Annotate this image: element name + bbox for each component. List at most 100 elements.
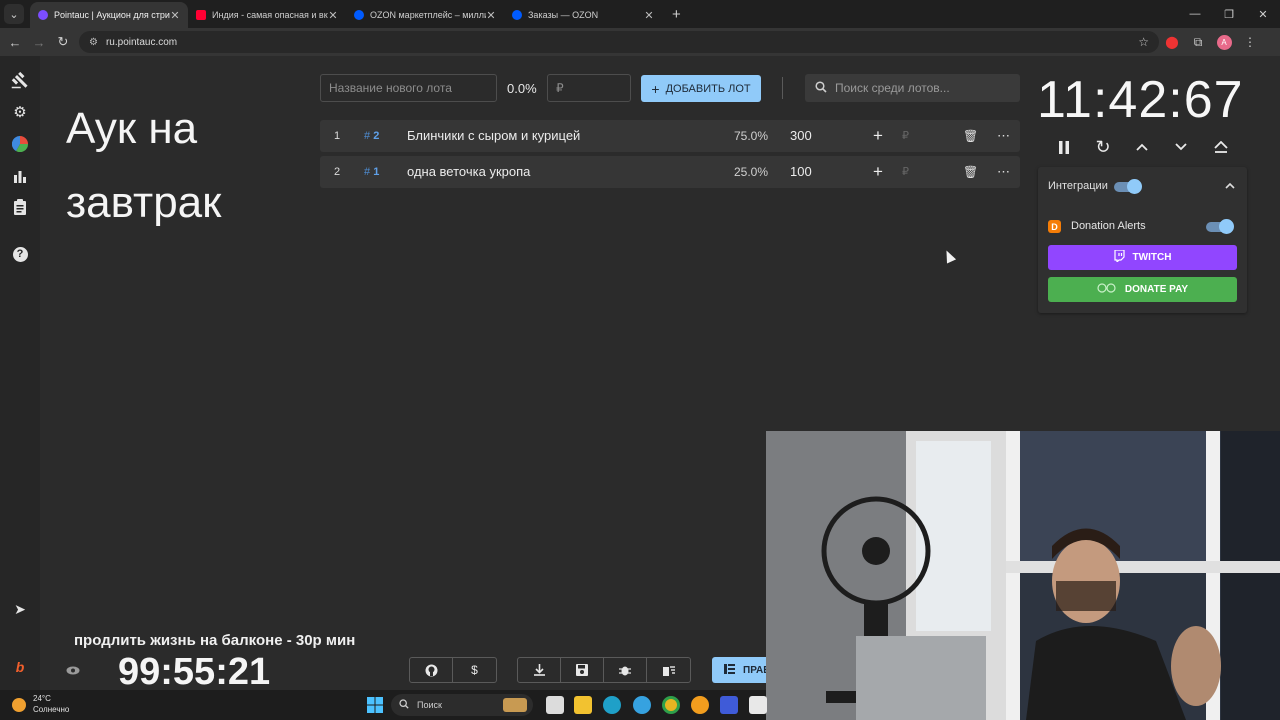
- lot-percent: 75.0%: [734, 129, 769, 143]
- new-tab-icon[interactable]: +: [672, 6, 681, 23]
- lot-amount[interactable]: 300: [790, 120, 812, 152]
- tab-title: Pointauc | Аукцион для стрим: [54, 10, 170, 20]
- mouse-cursor: [941, 248, 957, 264]
- bookmark-star-icon[interactable]: ☆: [1138, 35, 1149, 49]
- extensions-puzzle-icon[interactable]: ⧉: [1185, 35, 1211, 50]
- minimize-icon[interactable]: —: [1178, 8, 1212, 20]
- reload-icon[interactable]: ↻: [51, 34, 75, 50]
- lot-search[interactable]: [805, 74, 1020, 102]
- collapse-chevron-icon[interactable]: [1225, 180, 1235, 192]
- lot-name[interactable]: Блинчики с сыром и курицей: [407, 120, 580, 152]
- auction-timer: 11:42:67: [1037, 71, 1244, 129]
- close-tab-icon[interactable]: ✕: [170, 9, 180, 22]
- back-icon[interactable]: ←: [3, 35, 27, 50]
- decrease-icon[interactable]: [1170, 136, 1192, 158]
- webcam-overlay: [766, 431, 1280, 720]
- links-button-group: $: [409, 657, 497, 683]
- new-lot-name-input[interactable]: [320, 74, 497, 102]
- pause-icon[interactable]: [1053, 136, 1075, 158]
- close-tab-icon[interactable]: ✕: [328, 9, 338, 22]
- actions-button-group: [517, 657, 691, 683]
- add-amount-icon[interactable]: +: [873, 156, 883, 188]
- weather-widget[interactable]: 24°C Солнечно: [33, 693, 69, 715]
- address-bar-row: ← → ↻ ⚙ ru.pointauc.com ☆ ⬤ ⧉ A ⋮: [0, 28, 1280, 56]
- pie-chart-icon[interactable]: [9, 133, 31, 155]
- integrations-panel: Интеграции D Donation Alerts TWITCH DONA…: [1038, 167, 1247, 313]
- delete-lot-icon[interactable]: 🗑: [963, 120, 978, 152]
- lot-search-input[interactable]: [835, 81, 1005, 95]
- close-tab-icon[interactable]: ✕: [486, 9, 496, 22]
- extension-icon[interactable]: ⬤: [1159, 35, 1185, 49]
- rules-label: ПРАВ: [743, 664, 768, 676]
- toolbar-divider: [782, 77, 783, 99]
- delete-lot-icon[interactable]: 🗑: [963, 156, 978, 188]
- increase-icon[interactable]: [1131, 136, 1153, 158]
- double-up-icon[interactable]: [1210, 136, 1232, 158]
- browser-menu-icon[interactable]: ⋮: [1237, 35, 1263, 49]
- task-view-icon[interactable]: [546, 696, 564, 714]
- lot-amount[interactable]: 100: [790, 156, 812, 188]
- tab-pointauc[interactable]: Pointauc | Аукцион для стрим ✕: [30, 2, 188, 28]
- twitch-label: TWITCH: [1132, 252, 1172, 263]
- tab-title: OZON маркетплейс – миллион: [370, 10, 486, 20]
- more-options-icon[interactable]: ⋯: [997, 120, 1010, 152]
- weather-sun-icon[interactable]: [12, 698, 26, 712]
- tab-ozon-orders[interactable]: Заказы — OZON ✕: [504, 2, 662, 28]
- close-window-icon[interactable]: ✕: [1246, 8, 1280, 21]
- telegram-icon[interactable]: ➤: [9, 598, 31, 620]
- search-icon: [399, 699, 409, 711]
- temperature: 24°C: [33, 694, 51, 703]
- help-icon[interactable]: ?: [9, 243, 31, 265]
- integrations-toggle[interactable]: [1114, 179, 1142, 194]
- integrations-title: Интеграции: [1048, 180, 1108, 192]
- twitch-button[interactable]: TWITCH: [1048, 245, 1237, 270]
- currency-input[interactable]: ₽: [902, 156, 909, 188]
- restore-icon[interactable]: ❐: [1212, 8, 1246, 21]
- telegram-app-icon[interactable]: [633, 696, 651, 714]
- tab-search-chevron-icon[interactable]: ⌄: [4, 4, 24, 24]
- visibility-eye-icon[interactable]: [66, 664, 80, 678]
- new-lot-amount-input[interactable]: [547, 74, 631, 102]
- tab-title: Заказы — OZON: [528, 10, 599, 20]
- forward-icon[interactable]: →: [27, 35, 51, 50]
- close-tab-icon[interactable]: ✕: [644, 9, 654, 22]
- currency-input[interactable]: ₽: [902, 120, 909, 152]
- clear-all-icon[interactable]: [647, 658, 690, 682]
- reset-icon[interactable]: ↻: [1092, 136, 1114, 158]
- tab-ozon[interactable]: OZON маркетплейс – миллион ✕: [346, 2, 504, 28]
- app-icon[interactable]: [749, 696, 767, 714]
- chrome-icon[interactable]: [662, 696, 680, 714]
- bug-report-icon[interactable]: [604, 658, 647, 682]
- edge-icon[interactable]: [603, 696, 621, 714]
- download-icon[interactable]: [518, 658, 561, 682]
- profile-avatar[interactable]: A: [1211, 34, 1237, 50]
- add-amount-icon[interactable]: +: [873, 120, 883, 152]
- windows-start-icon[interactable]: [366, 696, 384, 714]
- donate-dollar-icon[interactable]: $: [453, 658, 496, 682]
- taskbar-search[interactable]: Поиск: [391, 694, 533, 716]
- donatepay-button[interactable]: DONATE PAY: [1048, 277, 1237, 302]
- tab-youtube[interactable]: Индия - самая опасная и вкус ✕: [188, 2, 346, 28]
- lot-name[interactable]: одна веточка укропа: [407, 156, 530, 188]
- browser-app-icon[interactable]: [691, 696, 709, 714]
- lot-id: # 2: [364, 130, 380, 142]
- save-icon[interactable]: [561, 658, 604, 682]
- add-lot-label: ДОБАВИТЬ ЛОТ: [665, 82, 751, 95]
- settings-icon[interactable]: ⚙: [9, 101, 31, 123]
- lot-id: # 1: [364, 166, 380, 178]
- gavel-icon[interactable]: [9, 69, 31, 91]
- stats-app-icon[interactable]: [720, 696, 738, 714]
- boosty-icon[interactable]: b: [9, 656, 31, 678]
- add-lot-button[interactable]: + ДОБАВИТЬ ЛОТ: [641, 75, 761, 102]
- site-info-icon[interactable]: ⚙: [89, 37, 98, 48]
- file-explorer-icon[interactable]: [574, 696, 592, 714]
- github-icon[interactable]: [410, 658, 453, 682]
- clipboard-icon[interactable]: [9, 196, 31, 218]
- search-icon: [815, 80, 827, 96]
- donation-alerts-toggle[interactable]: [1206, 219, 1234, 234]
- rules-button[interactable]: ПРАВ: [712, 657, 768, 683]
- more-options-icon[interactable]: ⋯: [997, 156, 1010, 188]
- lot-number: 1: [334, 130, 341, 142]
- bar-chart-icon[interactable]: [9, 165, 31, 187]
- url-field[interactable]: ⚙ ru.pointauc.com ☆: [79, 31, 1159, 53]
